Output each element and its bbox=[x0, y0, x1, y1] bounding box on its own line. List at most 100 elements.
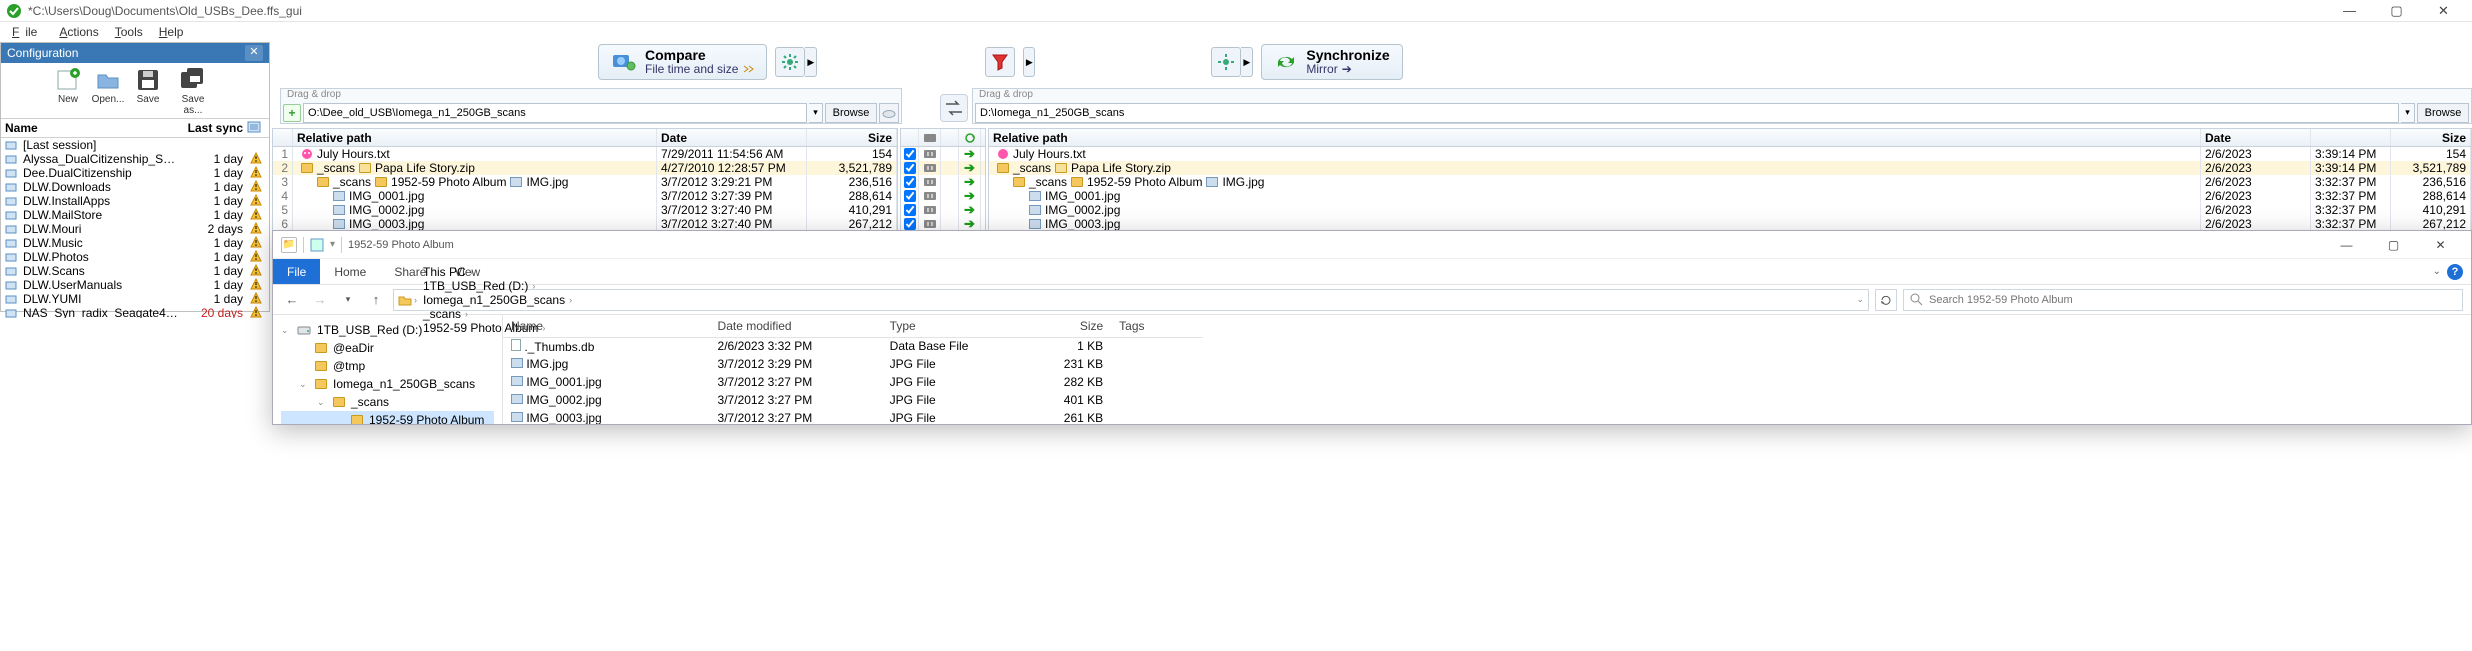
nav-history-caret[interactable]: ▾ bbox=[337, 289, 359, 311]
compare-settings-caret[interactable]: ▶ bbox=[805, 47, 817, 77]
ribbon-expand-icon[interactable]: ⌄ bbox=[2433, 266, 2441, 277]
compare-row[interactable]: 4 IMG_0001.jpg3/7/2012 3:27:39 PM288,614 bbox=[273, 189, 897, 203]
config-row[interactable]: DLW.Downloads1 day bbox=[1, 180, 269, 194]
col-size[interactable]: Size bbox=[807, 129, 897, 146]
col-date[interactable]: Date bbox=[657, 129, 807, 146]
config-row[interactable]: NAS_Syn_radix_Seagate43CB1120 days bbox=[1, 306, 269, 318]
breadcrumb-dropdown-icon[interactable]: ⌄ bbox=[1856, 294, 1864, 305]
compare-row[interactable]: 1 July Hours.txt7/29/2011 11:54:56 AM154 bbox=[273, 147, 897, 161]
refresh-button[interactable] bbox=[1875, 289, 1897, 311]
explorer-minimize-button[interactable]: — bbox=[2324, 232, 2369, 258]
include-checkbox[interactable] bbox=[904, 218, 916, 230]
config-row[interactable]: DLW.Music1 day bbox=[1, 236, 269, 250]
config-row[interactable]: DLW.MailStore1 day bbox=[1, 208, 269, 222]
filter-caret[interactable]: ▶ bbox=[1023, 47, 1035, 77]
open-button[interactable]: Open... bbox=[91, 67, 125, 116]
compare-row[interactable]: July Hours.txt2/6/20233:39:14 PM154 bbox=[989, 147, 2471, 161]
list-item[interactable]: IMG_0002.jpg3/7/2012 3:27 PMJPG File401 … bbox=[503, 391, 1203, 409]
compare-table-middle[interactable]: ➔ ➔ ➔ ➔ ➔ ➔ bbox=[900, 128, 986, 232]
config-row[interactable]: DLW.YUMI1 day bbox=[1, 292, 269, 306]
include-checkbox[interactable] bbox=[904, 148, 916, 160]
explorer-close-button[interactable]: ✕ bbox=[2418, 232, 2463, 258]
include-checkbox[interactable] bbox=[904, 204, 916, 216]
compare-row[interactable]: IMG_0002.jpg2/6/20233:32:37 PM410,291 bbox=[989, 203, 2471, 217]
window-maximize-button[interactable]: ▢ bbox=[2374, 0, 2419, 22]
col-date[interactable]: Date modified bbox=[710, 315, 882, 337]
include-checkbox[interactable] bbox=[904, 176, 916, 188]
breadcrumb[interactable]: › This PC ›1TB_USB_Red (D:) ›Iomega_n1_2… bbox=[393, 289, 1869, 311]
window-close-button[interactable]: ✕ bbox=[2421, 0, 2466, 22]
compare-action-row[interactable]: ➔ bbox=[901, 217, 985, 231]
config-row[interactable]: DLW.UserManuals1 day bbox=[1, 278, 269, 292]
tree-node[interactable]: ⌄1TB_USB_Red (D:) bbox=[281, 321, 494, 339]
config-row[interactable]: DLW.Scans1 day bbox=[1, 264, 269, 278]
col-relative-path[interactable]: Relative path bbox=[293, 129, 657, 146]
nav-up-button[interactable]: ↑ bbox=[365, 289, 387, 311]
col-name[interactable]: Name bbox=[503, 315, 710, 337]
menu-file[interactable]: File bbox=[6, 23, 49, 41]
right-browse-button[interactable]: Browse bbox=[2417, 103, 2469, 123]
right-path-input[interactable] bbox=[975, 103, 2399, 123]
compare-action-row[interactable]: ➔ bbox=[901, 203, 985, 217]
col-relative-path[interactable]: Relative path bbox=[989, 129, 2201, 146]
compare-row[interactable]: 5 IMG_0002.jpg3/7/2012 3:27:40 PM410,291 bbox=[273, 203, 897, 217]
tree-node[interactable]: ⌄Iomega_n1_250GB_scans bbox=[281, 375, 494, 393]
compare-action-row[interactable]: ➔ bbox=[901, 161, 985, 175]
col-size[interactable]: Size bbox=[2391, 129, 2471, 146]
config-panel-close-icon[interactable]: ✕ bbox=[245, 45, 263, 61]
tree-node[interactable]: ⌄_scans bbox=[281, 393, 494, 411]
left-cloud-button[interactable] bbox=[879, 103, 899, 123]
ribbon-tab-home[interactable]: Home bbox=[320, 259, 380, 284]
left-path-dropdown[interactable]: ▾ bbox=[809, 103, 823, 123]
list-item[interactable]: IMG.jpg3/7/2012 3:29 PMJPG File231 KB bbox=[503, 355, 1203, 373]
menu-tools[interactable]: Tools bbox=[109, 23, 149, 41]
list-item[interactable]: ._Thumbs.db2/6/2023 3:32 PMData Base Fil… bbox=[503, 337, 1203, 355]
compare-settings-button[interactable] bbox=[775, 47, 805, 77]
sync-settings-button[interactable] bbox=[1211, 47, 1241, 77]
window-minimize-button[interactable]: — bbox=[2327, 0, 2372, 22]
compare-row[interactable]: 6 IMG_0003.jpg3/7/2012 3:27:40 PM267,212 bbox=[273, 217, 897, 231]
list-item[interactable]: IMG_0003.jpg3/7/2012 3:27 PMJPG File261 … bbox=[503, 409, 1203, 424]
col-date[interactable]: Date bbox=[2201, 129, 2311, 146]
save-as-button[interactable]: Save as... bbox=[171, 67, 215, 116]
filter-button[interactable] bbox=[985, 47, 1015, 77]
config-row[interactable]: DLW.InstallApps1 day bbox=[1, 194, 269, 208]
include-checkbox[interactable] bbox=[904, 162, 916, 174]
sync-settings-caret[interactable]: ▶ bbox=[1241, 47, 1253, 77]
compare-action-row[interactable]: ➔ bbox=[901, 175, 985, 189]
config-row[interactable]: [Last session] bbox=[1, 138, 269, 152]
col-size[interactable]: Size bbox=[1019, 315, 1111, 337]
breadcrumb-segment[interactable]: Iomega_n1_250GB_scans › bbox=[419, 293, 576, 307]
swap-sides-button[interactable] bbox=[940, 94, 968, 122]
explorer-maximize-button[interactable]: ▢ bbox=[2371, 232, 2416, 258]
breadcrumb-segment[interactable]: 1TB_USB_Red (D:) › bbox=[419, 279, 576, 293]
add-folder-pair-button[interactable]: + bbox=[283, 104, 301, 122]
left-path-input[interactable] bbox=[303, 103, 807, 123]
help-icon[interactable]: ? bbox=[2447, 264, 2463, 280]
compare-row[interactable]: IMG_0001.jpg2/6/20233:32:37 PM288,614 bbox=[989, 189, 2471, 203]
breadcrumb-segment[interactable]: This PC › bbox=[419, 265, 576, 279]
compare-button[interactable]: Compare File time and size bbox=[598, 44, 767, 80]
qat-pin-icon[interactable]: 📁 bbox=[281, 237, 297, 253]
nav-back-button[interactable]: ← bbox=[281, 289, 303, 311]
col-type[interactable]: Type bbox=[882, 315, 1020, 337]
list-item[interactable]: IMG_0001.jpg3/7/2012 3:27 PMJPG File282 … bbox=[503, 373, 1203, 391]
new-button[interactable]: New bbox=[51, 67, 85, 116]
config-row[interactable]: Dee.DualCitizenship1 day bbox=[1, 166, 269, 180]
compare-action-row[interactable]: ➔ bbox=[901, 189, 985, 203]
config-row[interactable]: Alyssa_DualCitizenship_SyncSettin...1 da… bbox=[1, 152, 269, 166]
compare-action-row[interactable]: ➔ bbox=[901, 147, 985, 161]
compare-row[interactable]: IMG_0003.jpg2/6/20233:32:37 PM267,212 bbox=[989, 217, 2471, 231]
compare-table-right[interactable]: Relative path Date Size July Hours.txt2/… bbox=[988, 128, 2472, 232]
left-browse-button[interactable]: Browse bbox=[825, 103, 877, 123]
right-path-dropdown[interactable]: ▾ bbox=[2401, 103, 2415, 123]
explorer-tree[interactable]: ⌄1TB_USB_Red (D:)@eaDir@tmp⌄Iomega_n1_25… bbox=[273, 315, 503, 424]
compare-row[interactable]: _scans Papa Life Story.zip2/6/20233:39:1… bbox=[989, 161, 2471, 175]
tree-node[interactable]: @eaDir bbox=[281, 339, 494, 357]
include-checkbox[interactable] bbox=[904, 190, 916, 202]
synchronize-button[interactable]: Synchronize Mirror ➔ bbox=[1261, 44, 1402, 80]
compare-row[interactable]: _scans 1952-59 Photo Album IMG.jpg2/6/20… bbox=[989, 175, 2471, 189]
explorer-list[interactable]: Name Date modified Type Size Tags ._Thum… bbox=[503, 315, 2471, 424]
config-list[interactable]: [Last session] Alyssa_DualCitizenship_Sy… bbox=[1, 138, 269, 318]
qat-props-icon[interactable] bbox=[310, 238, 324, 252]
